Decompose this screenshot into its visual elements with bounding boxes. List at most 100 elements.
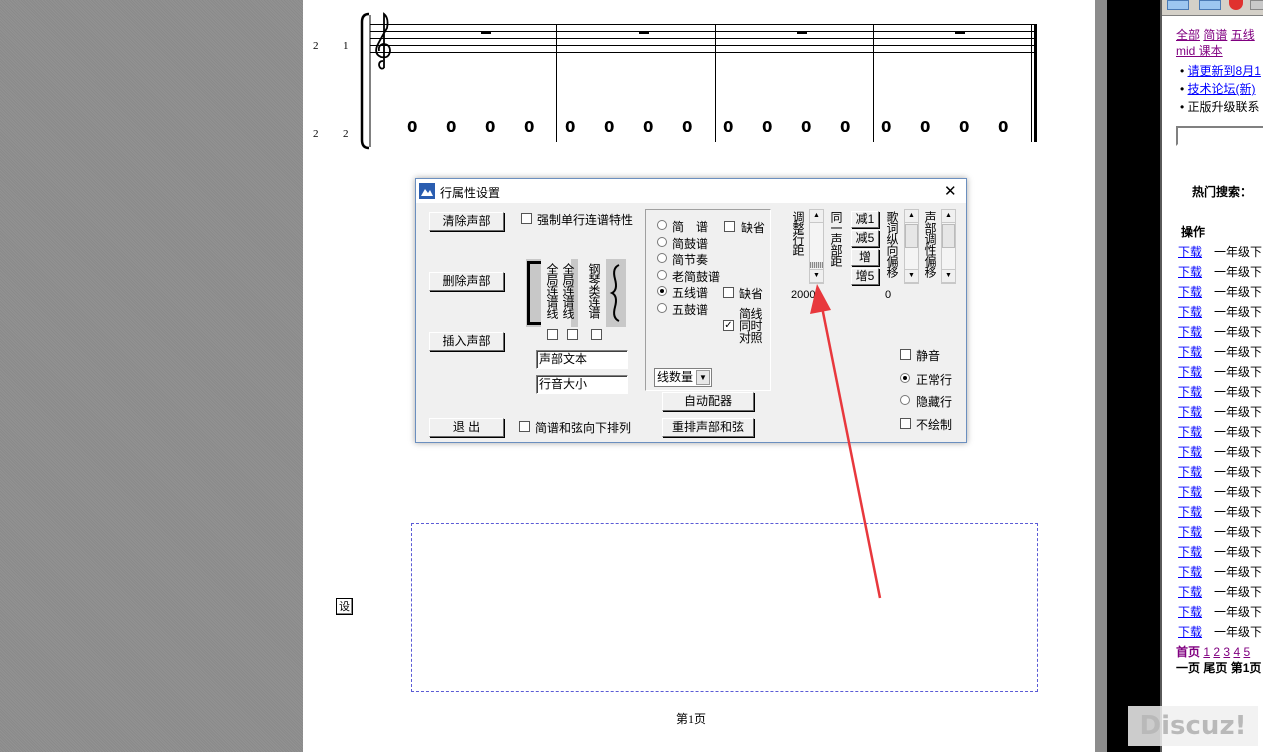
download-link[interactable]: 下载 [1178,483,1202,500]
tab-jianpu[interactable]: 简谱 [1203,28,1227,42]
full-line-checkbox[interactable] [547,329,558,340]
download-title: 一年级下 [1214,465,1263,479]
line-count-value: 线数量 [657,370,694,384]
page-link[interactable]: 5 [1243,645,1250,659]
download-link[interactable]: 下载 [1178,323,1202,340]
notation-radio[interactable] [657,220,667,230]
staff-line [370,24,1035,25]
search-input[interactable] [1176,126,1263,146]
decrease-1-button[interactable]: 减1 [851,211,879,228]
update-link[interactable]: 请更新到8月1 [1188,64,1261,78]
whole-rest [639,31,649,34]
page-indicator: 第1页 [1230,661,1262,675]
download-link[interactable]: 下载 [1178,403,1202,420]
notation-radio[interactable] [657,286,667,296]
chevron-down-icon[interactable]: ▼ [696,370,710,385]
exit-button[interactable]: 退 出 [429,418,504,437]
download-link[interactable]: 下载 [1178,463,1202,480]
whole-rest [797,31,807,34]
decrease-5-button[interactable]: 减5 [851,230,879,247]
mid-textbook-link[interactable]: mid 课本 [1176,42,1223,59]
workspace-background-right [1095,0,1107,752]
back-icon[interactable] [1167,0,1189,10]
lyric-offset-scrollbar[interactable]: ▲ ▼ [904,209,919,284]
notation-radio[interactable] [657,302,667,313]
bullet-list: • 请更新到8月1 • 技术论坛(新) • 正版升级联系 [1180,62,1261,116]
lyric-offset-label: 歌词纵向偏移 [885,211,899,277]
settings-side-button[interactable]: 设 [336,598,353,615]
download-link[interactable]: 下载 [1178,543,1202,560]
force-single-line-checkbox[interactable] [521,213,532,224]
list-item: • 请更新到8月1 [1180,64,1261,78]
voice-text-field[interactable]: 声部文本 [536,350,628,369]
close-icon[interactable]: ✕ [944,182,957,200]
download-link[interactable]: 下载 [1178,283,1202,300]
notation-radio[interactable] [657,269,667,280]
download-link[interactable]: 下载 [1178,603,1202,620]
download-link[interactable]: 下载 [1178,343,1202,360]
prev-page-link[interactable]: 一页 [1176,661,1200,675]
scroll-thumb[interactable] [942,224,955,248]
scroll-thumb[interactable] [810,262,823,268]
download-link[interactable]: 下载 [1178,303,1202,320]
notation-radio[interactable] [657,253,667,263]
down-arrow-icon[interactable]: ▼ [941,269,956,283]
rearrange-voices-button[interactable]: 重排声部和弦 [662,418,754,437]
download-link[interactable]: 下载 [1178,443,1202,460]
clear-voice-button[interactable]: 清除声部 [429,212,504,231]
notation-radio[interactable] [657,236,667,247]
download-link[interactable]: 下载 [1178,583,1202,600]
download-link[interactable]: 下载 [1178,383,1202,400]
simple-compare-checkbox[interactable]: ✓ [723,320,734,331]
mute-checkbox[interactable] [900,349,911,360]
download-link[interactable]: 下载 [1178,263,1202,280]
download-link[interactable]: 下载 [1178,523,1202,540]
delete-voice-button[interactable]: 删除声部 [429,272,504,291]
down-arrow-icon[interactable]: ▼ [904,269,919,283]
notation-label: 简 谱 [672,220,709,234]
last-page-link[interactable]: 尾页 [1203,661,1227,675]
insert-voice-button[interactable]: 插入声部 [429,332,504,351]
line-count-select[interactable]: 线数量 ▼ [654,368,712,387]
tab-all[interactable]: 全部 [1176,28,1200,42]
forum-link[interactable]: 技术论坛(新) [1188,82,1256,96]
drum-note: 0 [881,118,892,136]
full-line-checkbox-2[interactable] [567,329,578,340]
refresh-icon[interactable] [1250,0,1263,10]
forward-icon[interactable] [1199,0,1221,10]
selection-box[interactable] [411,523,1038,692]
no-draw-checkbox[interactable] [900,418,911,429]
bar-line [873,24,874,142]
download-link[interactable]: 下载 [1178,243,1202,260]
arpeggio-down-checkbox[interactable] [519,421,530,432]
line-number: 1 [343,40,349,52]
first-page-link[interactable]: 首页 [1176,645,1200,659]
line-pitch-field[interactable]: 行音大小 [536,375,628,394]
page-link[interactable]: 1 [1203,645,1210,659]
stop-icon[interactable] [1229,0,1243,10]
normal-row-radio[interactable] [900,373,910,383]
increase-button[interactable]: 增 [851,249,879,266]
scroll-thumb[interactable] [905,224,918,248]
voice-offset-scrollbar[interactable]: ▲ ▼ [941,209,956,284]
spacing-scrollbar[interactable]: ▲ ▼ [809,209,824,284]
hidden-row-radio[interactable] [900,395,910,405]
download-link[interactable]: 下载 [1178,423,1202,440]
page-link[interactable]: 3 [1223,645,1230,659]
up-arrow-icon[interactable]: ▲ [809,209,824,223]
normal-row-label: 正常行 [916,373,953,387]
up-arrow-icon[interactable]: ▲ [941,209,956,223]
download-link[interactable]: 下载 [1178,363,1202,380]
download-title: 一年级下 [1214,285,1263,299]
page-link[interactable]: 2 [1213,645,1220,659]
up-arrow-icon[interactable]: ▲ [904,209,919,223]
default-checkbox-2[interactable] [723,287,734,298]
page-link[interactable]: 4 [1233,645,1240,659]
download-link[interactable]: 下载 [1178,623,1202,640]
download-link[interactable]: 下载 [1178,503,1202,520]
default-checkbox-1[interactable] [724,221,735,232]
auto-chord-button[interactable]: 自动配器 [662,392,754,411]
piano-brace-checkbox[interactable] [591,329,602,340]
tab-staff[interactable]: 五线 [1231,28,1255,42]
download-link[interactable]: 下载 [1178,563,1202,580]
